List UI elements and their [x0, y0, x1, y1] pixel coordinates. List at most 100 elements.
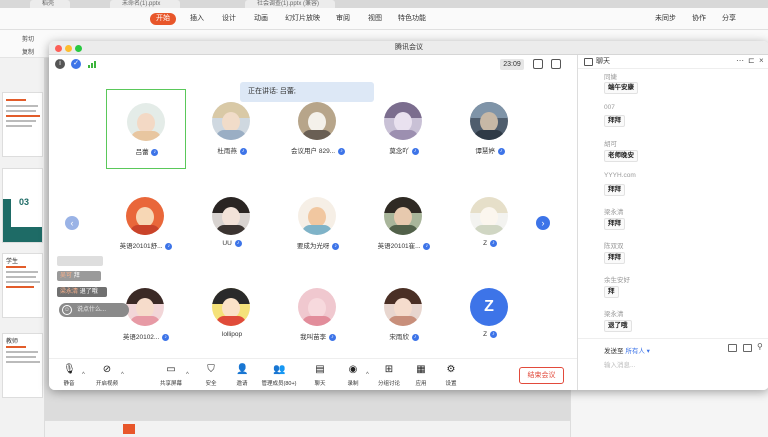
chevron-up-icon[interactable]: ^: [186, 372, 189, 378]
chat-toast: 吴可 拜: [57, 271, 101, 281]
message-sender: 梁永清: [604, 311, 624, 318]
participant-tile[interactable]: 英语20101崔... ♪: [364, 184, 444, 264]
info-icon[interactable]: i: [55, 59, 65, 69]
chevron-up-icon[interactable]: ^: [366, 372, 369, 378]
message-bubble: 老师晚安: [604, 150, 638, 162]
participant-name: 我叫苗李: [300, 334, 327, 341]
file-icon[interactable]: [728, 344, 737, 352]
wps-menu-bar: 开始 插入 设计 动画 幻灯片放映 审阅 视图 特色功能 未同步 协作 分享: [0, 8, 768, 30]
message-bubble: 拜拜: [604, 218, 625, 230]
wps-tab-file-2[interactable]: 社会调查(1).pptx (兼容): [245, 0, 335, 8]
menu-design[interactable]: 设计: [222, 13, 236, 25]
slide-thumb-2[interactable]: [2, 92, 43, 157]
mic-icon: ♪: [162, 333, 170, 341]
end-meeting-button[interactable]: 结束会议: [519, 367, 564, 384]
participant-tile[interactable]: 谭慧婷 ♪: [450, 89, 530, 169]
settings-button[interactable]: ⚙ 设置: [433, 362, 469, 390]
menu-special[interactable]: 特色功能: [398, 13, 426, 25]
message-bubble: 拜拜: [604, 252, 625, 264]
chevron-up-icon[interactable]: ^: [82, 372, 85, 378]
menu-view[interactable]: 视图: [368, 13, 382, 25]
orange-marker: [123, 424, 135, 434]
avatar: [298, 102, 336, 140]
menu-unsynced[interactable]: 未同步: [655, 13, 676, 25]
avatar: [212, 288, 250, 326]
menu-insert[interactable]: 插入: [190, 13, 204, 25]
toolbar-cut[interactable]: 剪切: [22, 34, 34, 43]
message-sender: 同婕: [604, 74, 617, 81]
share-screen-button[interactable]: ▭ 共享屏幕: [153, 362, 189, 390]
more-icon[interactable]: ⋯: [736, 56, 744, 65]
menu-collab[interactable]: 协作: [692, 13, 706, 25]
message-bubble: 拜拜: [604, 115, 625, 127]
message-sender: 梁永清: [604, 209, 624, 216]
slide-number: 03: [19, 197, 30, 207]
wps-tab-daoke[interactable]: 稻壳: [30, 0, 70, 8]
start-video-button[interactable]: ⊘ 开启视频: [89, 362, 125, 390]
prev-page-arrow-icon[interactable]: ‹: [65, 216, 79, 230]
user-icon[interactable]: ⚲: [757, 342, 763, 351]
dock-icon[interactable]: ⊏: [748, 56, 755, 65]
menu-slideshow[interactable]: 幻灯片放映: [285, 13, 320, 25]
menu-review[interactable]: 审阅: [336, 13, 350, 25]
participant-tile[interactable]: 英语20101舒... ♪: [106, 184, 186, 264]
menu-home[interactable]: 开始: [150, 13, 176, 25]
mic-icon: ♪: [489, 240, 497, 247]
meeting-window: 腾讯会议 i ✓ 23:09 正在讲话: 吕蕾; 吕蕾 ♪ 杜雨燕 ♪ 会议用户…: [49, 41, 768, 390]
slide-thumb-5[interactable]: 教师: [2, 333, 43, 398]
wps-tab-file-1[interactable]: 未命名(1).pptx: [110, 0, 180, 8]
members-icon: 👥: [273, 364, 286, 375]
manage-members-button[interactable]: 👥 管理成员(80+): [261, 362, 297, 390]
mic-icon: ♪: [337, 147, 345, 155]
participant-name: 英语20101崔...: [377, 243, 421, 250]
breakout-button[interactable]: ⊞ 分组讨论: [371, 362, 407, 390]
slide-thumb-4[interactable]: 学生: [2, 253, 43, 318]
chat-composer: 发送至 所有人 ▾ ⚲ 输入消息...: [578, 338, 768, 390]
chat-button[interactable]: ▤ 聊天: [302, 362, 338, 390]
send-to-selector[interactable]: 发送至 所有人 ▾: [604, 345, 650, 355]
participant-name: lollipop: [221, 331, 243, 338]
chat-panel: 聊天 ⋯ ⊏ × 同婕 端午安康 007 拜拜 胡可 老师晚安 YYYH.com…: [577, 55, 768, 390]
toolbar-copy[interactable]: 复制: [22, 47, 34, 56]
participant-name: 英语20101舒...: [119, 243, 163, 250]
participant-tile[interactable]: 要成为光呀 ♪: [278, 184, 358, 264]
shield-icon[interactable]: ✓: [71, 59, 81, 69]
participant-tile[interactable]: 杜雨燕 ♪: [192, 89, 272, 169]
participant-tile[interactable]: Z ♪: [450, 184, 530, 264]
mic-icon: ♪: [497, 147, 505, 155]
screenshot-icon[interactable]: [743, 344, 752, 352]
smile-icon[interactable]: ☺: [62, 305, 72, 315]
chat-header: 聊天 ⋯ ⊏ ×: [578, 55, 768, 69]
chat-message-input[interactable]: 输入消息...: [604, 359, 635, 369]
mic-icon: ♪: [332, 242, 340, 250]
message-sender: 007: [604, 104, 615, 111]
participant-name: 莫念吖: [389, 148, 409, 155]
avatar-letter: Z: [484, 298, 494, 315]
participant-tile[interactable]: 我叫苗李 ♪: [278, 275, 358, 355]
message-bubble: 端午安康: [604, 82, 638, 94]
message-bubble: 退了哦: [604, 320, 632, 332]
next-page-arrow-icon[interactable]: ›: [536, 216, 550, 230]
slide-thumb-3[interactable]: 03: [2, 168, 43, 243]
participant-tile[interactable]: 会议用户 829... ♪: [278, 89, 358, 169]
avatar: [212, 197, 250, 235]
chevron-up-icon[interactable]: ^: [121, 372, 124, 378]
participant-tile[interactable]: Z Z ♪: [450, 275, 530, 355]
fullscreen-icon[interactable]: [533, 59, 543, 69]
participant-tile[interactable]: lollipop: [192, 275, 272, 355]
avatar: [384, 288, 422, 326]
participant-tile[interactable]: 宋雨欣 ♪: [364, 275, 444, 355]
participant-tile[interactable]: UU ♪: [192, 184, 272, 264]
layout-icon[interactable]: [551, 59, 561, 69]
participant-tile[interactable]: 吕蕾 ♪: [106, 89, 186, 169]
menu-share[interactable]: 分享: [722, 13, 736, 25]
participant-tile[interactable]: 莫念吖 ♪: [364, 89, 444, 169]
menu-animation[interactable]: 动画: [254, 13, 268, 25]
invite-button[interactable]: 👤 邀请: [224, 362, 260, 390]
participant-name: 会议用户 829...: [291, 148, 336, 155]
chat-toast: [57, 256, 103, 266]
chat-title: 聊天: [596, 58, 610, 65]
close-icon[interactable]: ×: [759, 56, 764, 65]
quick-chat-input[interactable]: ☺ 说点什么...: [59, 303, 129, 317]
message-bubble: 拜: [604, 286, 619, 298]
